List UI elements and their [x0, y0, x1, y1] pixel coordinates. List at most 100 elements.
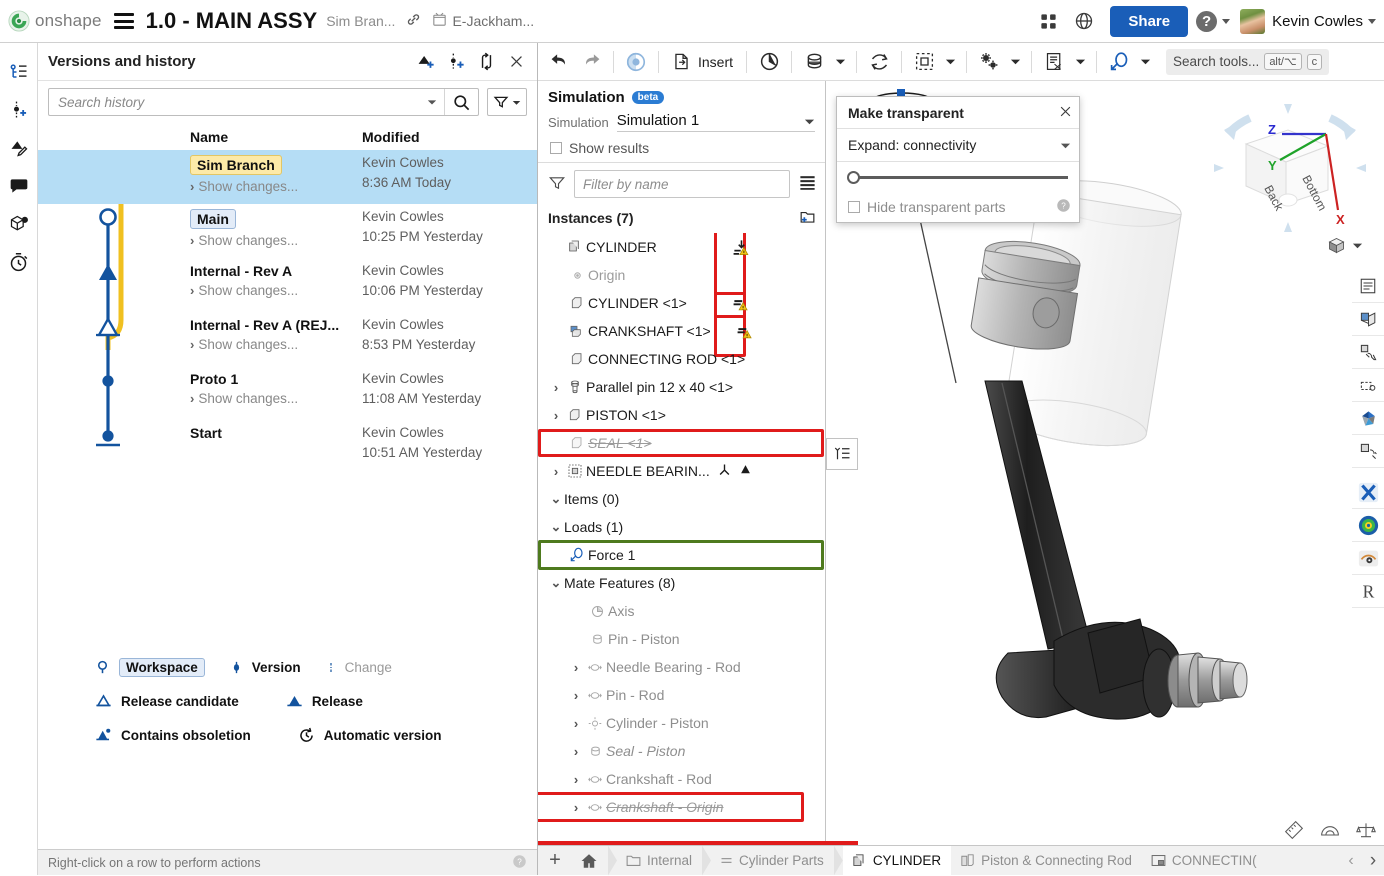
- collapse-chevron-icon[interactable]: ⌄: [548, 575, 564, 591]
- redo-icon[interactable]: [576, 47, 606, 77]
- simulation-dropdown-caret-icon[interactable]: [1136, 56, 1154, 67]
- measure-icon[interactable]: [1284, 820, 1304, 843]
- help-icon[interactable]: ?: [1196, 11, 1217, 32]
- transform-dropdown-caret-icon[interactable]: [831, 56, 849, 67]
- tab-cylinder[interactable]: CYLINDER: [843, 846, 951, 876]
- tab-connecting-rod-drawing[interactable]: CONNECTIN(: [1142, 846, 1267, 876]
- insert-icon[interactable]: [666, 47, 696, 77]
- add-folder-icon[interactable]: [798, 207, 817, 229]
- tree-node-mate-crankshaft-origin[interactable]: › Crankshaft - Origin: [542, 793, 825, 821]
- assembly-features-icon[interactable]: [974, 47, 1004, 77]
- zoom-to-fit-icon[interactable]: [1352, 369, 1384, 402]
- simulation-force-icon[interactable]: [1104, 47, 1134, 77]
- tree-node-cylinder[interactable]: CYLINDER: [542, 233, 825, 261]
- bom-dropdown-caret-icon[interactable]: [1071, 56, 1089, 67]
- feature-list-icon[interactable]: [4, 53, 34, 91]
- move-icon[interactable]: [864, 47, 894, 77]
- pattern-icon[interactable]: [909, 47, 939, 77]
- simulation-dropdown[interactable]: Simulation 1: [617, 112, 815, 132]
- transparency-slider[interactable]: [848, 176, 1068, 179]
- x-app-icon[interactable]: [1352, 476, 1384, 509]
- expand-chevron-icon[interactable]: ›: [568, 660, 584, 675]
- chevron-down-icon[interactable]: [1060, 140, 1071, 151]
- version-row[interactable]: Proto 1 ›Show changes... Kevin Cowles 11…: [38, 366, 537, 420]
- search-dropdown-caret-icon[interactable]: [420, 95, 444, 110]
- target-app-icon[interactable]: [1352, 509, 1384, 542]
- undo-icon[interactable]: [544, 47, 574, 77]
- expand-chevron-icon[interactable]: ›: [568, 688, 584, 703]
- tree-section-loads[interactable]: ⌄ Loads (1): [542, 513, 825, 541]
- tree-section-mate-features[interactable]: ⌄ Mate Features (8): [542, 569, 825, 597]
- tab-next-button[interactable]: ›: [1362, 846, 1384, 876]
- version-row[interactable]: Internal - Rev A (REJ... ›Show changes..…: [38, 312, 537, 366]
- search-icon[interactable]: [444, 89, 478, 115]
- add-tab-button[interactable]: +: [538, 849, 572, 872]
- search-tools-button[interactable]: Search tools... alt/⌥ c: [1166, 49, 1329, 75]
- tree-node-cylinder-1[interactable]: CYLINDER <1>: [542, 289, 825, 317]
- tree-node-origin[interactable]: Origin: [542, 261, 825, 289]
- slider-knob[interactable]: [847, 171, 860, 184]
- add-release-icon[interactable]: [411, 48, 441, 76]
- collapse-chevron-icon[interactable]: ⌄: [548, 491, 564, 507]
- tree-node-force-1[interactable]: Force 1: [542, 541, 825, 569]
- globe-icon[interactable]: [1071, 8, 1097, 34]
- section-view-icon[interactable]: [1352, 303, 1384, 336]
- add-version-icon[interactable]: [4, 91, 34, 129]
- transform-icon[interactable]: [799, 47, 829, 77]
- tree-node-connecting-rod-1[interactable]: CONNECTING ROD <1>: [542, 345, 825, 373]
- user-name[interactable]: Kevin Cowles: [1272, 13, 1363, 30]
- hide-transparent-row[interactable]: Hide transparent parts ?: [837, 192, 1079, 222]
- version-row[interactable]: Sim Branch ›Show changes... Kevin Cowles…: [38, 150, 537, 204]
- tree-node-mate-crankshaft-rod[interactable]: › Crankshaft - Rod: [542, 765, 825, 793]
- transparency-slider-row[interactable]: [837, 162, 1079, 192]
- tree-options-button[interactable]: [826, 438, 858, 470]
- display-state-icon[interactable]: [1352, 270, 1384, 303]
- search-input[interactable]: [49, 95, 420, 110]
- expand-chevron-icon[interactable]: ›: [568, 716, 584, 731]
- workspace-name[interactable]: Sim Bran...: [326, 13, 395, 29]
- tree-node-needle-bearing[interactable]: › NEEDLE BEARIN...: [542, 457, 825, 485]
- make-transparent-dialog[interactable]: Make transparent Expand: connectivity Hi…: [836, 96, 1080, 223]
- expand-chevron-icon[interactable]: ›: [568, 800, 584, 815]
- show-results-row[interactable]: Show results: [538, 138, 825, 163]
- apps-grid-icon[interactable]: [1035, 8, 1061, 34]
- tree-node-mate-seal-piston[interactable]: › Seal - Piston: [542, 737, 825, 765]
- history-icon[interactable]: [4, 243, 34, 281]
- expand-chevron-icon[interactable]: ›: [548, 464, 564, 479]
- tree-node-mate-pin-piston[interactable]: Pin - Piston: [542, 625, 825, 653]
- mate-icon[interactable]: [621, 47, 651, 77]
- filter-input[interactable]: [575, 177, 789, 192]
- compare-versions-icon[interactable]: [471, 48, 501, 76]
- version-row[interactable]: Internal - Rev A ›Show changes... Kevin …: [38, 258, 537, 312]
- expand-mode-dropdown[interactable]: Expand: connectivity: [837, 129, 1079, 162]
- r-app-icon[interactable]: R: [1352, 575, 1384, 608]
- show-changes-link[interactable]: ›Show changes...: [190, 391, 362, 406]
- menu-hamburger-icon[interactable]: [114, 13, 134, 29]
- tree-node-mate-axis[interactable]: Axis: [542, 597, 825, 625]
- render-icon[interactable]: [1352, 435, 1384, 468]
- project-name[interactable]: E-Jackham...: [452, 13, 534, 29]
- tree-node-crankshaft-1[interactable]: CRANKSHAFT <1>: [542, 317, 825, 345]
- list-options-icon[interactable]: [798, 173, 817, 195]
- comment-icon[interactable]: [4, 167, 34, 205]
- copy-appearance-icon[interactable]: [1352, 336, 1384, 369]
- replicate-icon[interactable]: [754, 47, 784, 77]
- tree-node-mate-pin-rod[interactable]: › Pin - Rod: [542, 681, 825, 709]
- filter-icon[interactable]: [548, 174, 566, 195]
- show-changes-link[interactable]: ›Show changes...: [190, 283, 362, 298]
- version-row[interactable]: Start Kevin Cowles 10:51 AM Yesterday: [38, 420, 537, 474]
- add-version-icon[interactable]: [441, 48, 471, 76]
- assembly-features-dropdown-caret-icon[interactable]: [1006, 56, 1024, 67]
- avatar[interactable]: [1240, 9, 1265, 34]
- tab-piston-connecting-rod[interactable]: Piston & Connecting Rod: [951, 846, 1142, 876]
- filter-button[interactable]: [487, 88, 527, 116]
- share-button[interactable]: Share: [1110, 6, 1188, 37]
- expand-chevron-icon[interactable]: ›: [548, 380, 564, 395]
- collapse-chevron-icon[interactable]: ⌄: [548, 519, 564, 535]
- hide-transparent-parts-checkbox[interactable]: [848, 201, 860, 213]
- breadcrumb-cylinder-parts[interactable]: Cylinder Parts: [711, 846, 834, 876]
- tree-node-seal-1[interactable]: SEAL <1>: [542, 429, 825, 457]
- tree-node-parallel-pin[interactable]: › Parallel pin 12 x 40 <1>: [542, 373, 825, 401]
- breadcrumb-internal[interactable]: Internal: [617, 846, 702, 876]
- insert-label[interactable]: Insert: [698, 54, 739, 70]
